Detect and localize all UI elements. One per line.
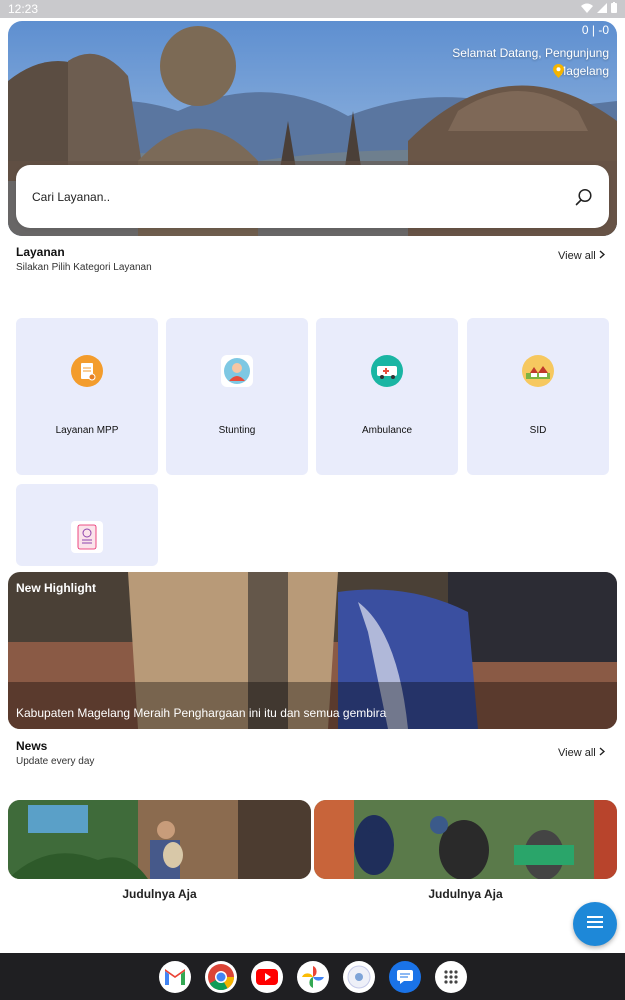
service-label: Ambulance <box>361 425 413 436</box>
document-clipboard-icon <box>71 355 103 387</box>
taskbar <box>0 953 625 1000</box>
mother-baby-icon <box>221 355 253 387</box>
village-icon <box>522 355 554 387</box>
service-label: SID <box>529 425 547 436</box>
chevron-right-icon <box>599 747 605 759</box>
photos-icon[interactable] <box>296 960 329 993</box>
passport-document-icon <box>71 521 103 553</box>
status-bar: 12:23 <box>0 0 625 18</box>
news-image <box>8 800 311 879</box>
search-input[interactable] <box>32 189 575 204</box>
news-title: News <box>16 739 48 753</box>
service-label: Layanan MPP <box>55 425 119 436</box>
services-title: Layanan <box>16 245 65 259</box>
service-card-stunting[interactable]: Stunting <box>166 318 308 475</box>
search-icon[interactable] <box>575 188 593 206</box>
wifi-icon <box>581 2 593 16</box>
battery-icon <box>611 2 617 16</box>
service-card-sid[interactable]: SID <box>467 318 609 475</box>
news-card-title[interactable]: Judulnya Aja <box>314 887 617 901</box>
highlight-banner[interactable]: New Highlight Kabupaten Magelang Meraih … <box>8 572 617 729</box>
service-card-5[interactable] <box>16 484 158 566</box>
menu-icon <box>587 915 603 933</box>
menu-fab-button[interactable] <box>573 902 617 946</box>
app-icon[interactable] <box>342 960 375 993</box>
chevron-right-icon <box>599 250 605 262</box>
service-label: Stunting <box>218 425 256 436</box>
hero-counter: 0 | -0 <box>581 23 609 37</box>
highlight-caption: Kabupaten Magelang Meraih Penghargaan in… <box>16 706 387 720</box>
status-time: 12:23 <box>8 2 39 16</box>
news-view-all-link[interactable]: View all <box>558 747 605 759</box>
location[interactable]: Magelang <box>553 64 609 78</box>
news-subtitle: Update every day <box>16 756 95 767</box>
highlight-title: New Highlight <box>16 581 96 595</box>
youtube-icon[interactable] <box>250 960 283 993</box>
news-image <box>314 800 617 879</box>
ambulance-icon <box>371 355 403 387</box>
search-bar[interactable] <box>16 165 609 228</box>
service-card-ambulance[interactable]: Ambulance <box>316 318 458 475</box>
signal-icon <box>597 2 607 16</box>
gmail-icon[interactable] <box>158 960 191 993</box>
messages-icon[interactable] <box>388 960 421 993</box>
news-card-image[interactable] <box>314 800 617 879</box>
app-drawer-icon[interactable] <box>434 960 467 993</box>
news-card-image[interactable] <box>8 800 311 879</box>
services-subtitle: Silakan Pilih Kategori Layanan <box>16 262 152 273</box>
welcome-text: Selamat Datang, Pengunjung <box>452 46 609 60</box>
services-view-all-link[interactable]: View all <box>558 250 605 262</box>
service-card-layanan-mpp[interactable]: Layanan MPP <box>16 318 158 475</box>
news-card-title[interactable]: Judulnya Aja <box>8 887 311 901</box>
chrome-icon[interactable] <box>204 960 237 993</box>
